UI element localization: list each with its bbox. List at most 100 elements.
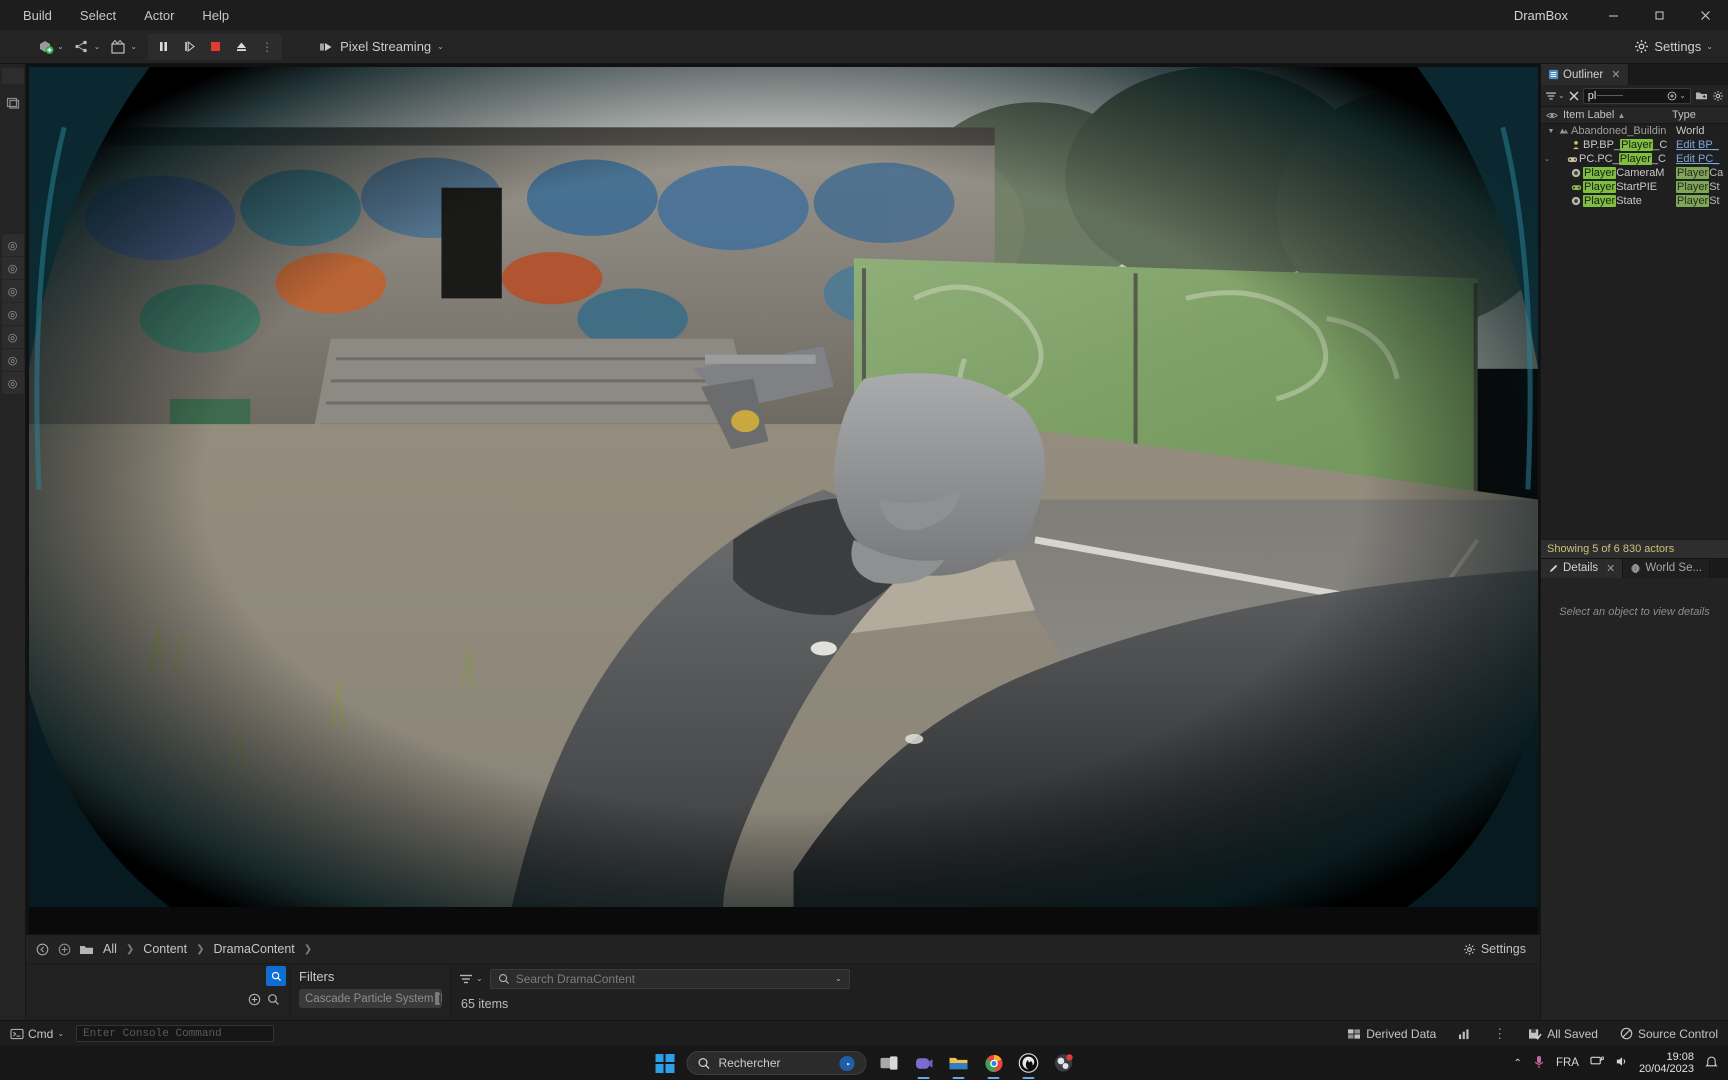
table-row[interactable]: ⌄ PC.PC_Player_C Edit PC_ [1541, 152, 1728, 166]
breadcrumb-item-content[interactable]: Content [140, 940, 190, 958]
table-row[interactable]: PlayerState PlayerSt [1541, 194, 1728, 208]
outliner-clear-search-button[interactable] [1569, 91, 1579, 101]
nav-forward-icon[interactable] [56, 941, 72, 957]
add-actor-button[interactable]: ⌄ [32, 34, 69, 60]
tab-outliner-close[interactable]: ✕ [1611, 68, 1620, 81]
visibility-column-icon[interactable] [1545, 111, 1559, 120]
table-row[interactable]: ▼ Abandoned_Buildin World [1541, 124, 1728, 138]
status-more-button[interactable]: ⋮ [1489, 1025, 1510, 1042]
gear-icon [1713, 90, 1723, 101]
search-icon [498, 973, 509, 984]
tab-details-close[interactable]: ✕ [1606, 562, 1615, 575]
rail-help-icon-3[interactable]: ◎ [1, 280, 24, 302]
unreal-engine-icon [1018, 1053, 1039, 1073]
language-indicator[interactable]: FRA [1556, 1057, 1579, 1069]
settings-button[interactable]: Settings ⌄ [1625, 34, 1722, 60]
menu-item-select[interactable]: Select [67, 4, 129, 27]
close-button[interactable] [1682, 0, 1728, 30]
frame-step-button[interactable] [176, 35, 202, 59]
outliner-filter-button[interactable]: ⌄ [1545, 91, 1565, 101]
minimize-button[interactable] [1590, 0, 1636, 30]
start-button[interactable] [652, 1050, 678, 1076]
menu-item-actor[interactable]: Actor [131, 4, 187, 27]
bing-chat-icon[interactable] [839, 1055, 856, 1072]
outliner-search-input[interactable]: pl ⌄ [1582, 87, 1691, 104]
derived-data-button[interactable]: Derived Data [1343, 1025, 1440, 1043]
pause-button[interactable] [150, 35, 176, 59]
sources-actions-row [26, 988, 290, 1014]
outliner-new-folder-button[interactable] [1695, 90, 1708, 101]
console-command-input[interactable]: Enter Console Command [76, 1025, 275, 1042]
sources-search-icon[interactable] [267, 993, 280, 1009]
taskbar-app-teams[interactable] [911, 1050, 937, 1079]
breadcrumb-item-all[interactable]: All [100, 940, 120, 958]
nav-back-icon[interactable] [34, 941, 50, 957]
column-type[interactable]: Type [1672, 109, 1724, 121]
tray-expand-icon[interactable]: ⌃ [1514, 1058, 1522, 1069]
notifications-icon[interactable] [1705, 1055, 1718, 1072]
breadcrumb-item-dramacontent[interactable]: DramaContent [210, 940, 297, 958]
source-control-button[interactable]: Source Control [1616, 1025, 1722, 1043]
outliner-search-caret: ⌄ [1679, 90, 1686, 100]
maximize-button[interactable] [1636, 0, 1682, 30]
task-view-button[interactable] [876, 1050, 902, 1076]
column-item-label[interactable]: Item Label ▲ [1559, 109, 1672, 121]
sources-search-button[interactable] [266, 966, 286, 986]
stop-button[interactable] [202, 35, 228, 59]
maximize-icon [1655, 11, 1663, 19]
rail-help-icon-7[interactable]: ◎ [1, 372, 24, 394]
outliner-tab-bar: Outliner ✕ [1541, 64, 1728, 85]
table-row[interactable]: BP.BP_Player_C Edit BP_ [1541, 138, 1728, 152]
console-mode-button[interactable]: Cmd ⌄ [6, 1027, 68, 1041]
all-saved-button[interactable]: All Saved [1524, 1025, 1602, 1043]
breadcrumb-separator-2: ❯ [196, 943, 205, 955]
place-actors-icon[interactable] [2, 92, 24, 114]
content-browser-settings-button[interactable]: Settings [1457, 940, 1532, 958]
rail-help-icon-6[interactable]: ◎ [1, 349, 24, 371]
expander-icon[interactable]: ▼ [1545, 128, 1557, 135]
game-viewport[interactable] [29, 67, 1538, 934]
cinematics-caret: ⌄ [130, 41, 138, 51]
filter-pill-cascade-particle-system[interactable]: Cascade Particle System (L. [299, 989, 442, 1008]
taskbar-app-obs-studio[interactable] [1051, 1050, 1077, 1076]
outliner-row-type[interactable]: Edit PC_ [1676, 153, 1728, 165]
asset-search-input[interactable]: Search DramaContent ⌄ [489, 968, 850, 989]
asset-filter-button[interactable]: ⌄ [459, 973, 483, 985]
table-row[interactable]: PlayerStartPIE PlayerSt [1541, 180, 1728, 194]
tab-world-settings[interactable]: World Se... [1623, 558, 1711, 578]
filter-icon [1546, 91, 1556, 100]
taskbar-clock[interactable]: 19:08 20/04/2023 [1639, 1051, 1694, 1075]
taskbar-app-chrome[interactable] [981, 1050, 1007, 1079]
rail-tab-handle[interactable] [1, 68, 24, 84]
taskbar-search-input[interactable]: Rechercher [686, 1051, 867, 1075]
menu-item-help[interactable]: Help [189, 4, 242, 27]
rail-help-icon-1[interactable]: ◎ [1, 234, 24, 256]
row-expander-icon[interactable]: ⌄ [1541, 155, 1553, 163]
taskbar-app-unreal-engine[interactable] [1016, 1050, 1042, 1079]
cinematics-button[interactable]: ⌄ [105, 34, 142, 60]
play-options-button[interactable]: ⋮ [254, 35, 280, 59]
game-scene [29, 67, 1538, 907]
sources-add-icon[interactable] [248, 993, 261, 1009]
rail-help-icon-5[interactable]: ◎ [1, 326, 24, 348]
tab-outliner[interactable]: Outliner ✕ [1541, 64, 1629, 85]
rail-help-icon-4[interactable]: ◎ [1, 303, 24, 325]
pixel-streaming-button[interactable]: Pixel Streaming ⌄ [310, 34, 452, 60]
microphone-icon[interactable] [1533, 1055, 1545, 1072]
taskbar-app-file-explorer[interactable] [946, 1050, 972, 1079]
outliner-filter-caret: ⌄ [1558, 90, 1565, 100]
more-options-icon: ⋮ [261, 39, 274, 54]
table-row[interactable]: PlayerCameraM PlayerCa [1541, 166, 1728, 180]
rail-help-icon-2[interactable]: ◎ [1, 257, 24, 279]
outliner-row-type[interactable]: Edit BP_ [1676, 139, 1728, 151]
outliner-settings-button[interactable] [1712, 90, 1724, 102]
outliner-row-type: World [1676, 125, 1705, 137]
blueprints-button[interactable]: ⌄ [69, 34, 106, 60]
network-icon[interactable] [1590, 1055, 1605, 1071]
volume-icon[interactable] [1615, 1055, 1628, 1071]
stats-button[interactable] [1454, 1026, 1475, 1042]
eject-button[interactable] [228, 35, 254, 59]
menu-bar: Build Select Actor Help [0, 4, 242, 27]
tab-details[interactable]: Details ✕ [1541, 558, 1624, 578]
menu-item-build[interactable]: Build [10, 4, 65, 27]
